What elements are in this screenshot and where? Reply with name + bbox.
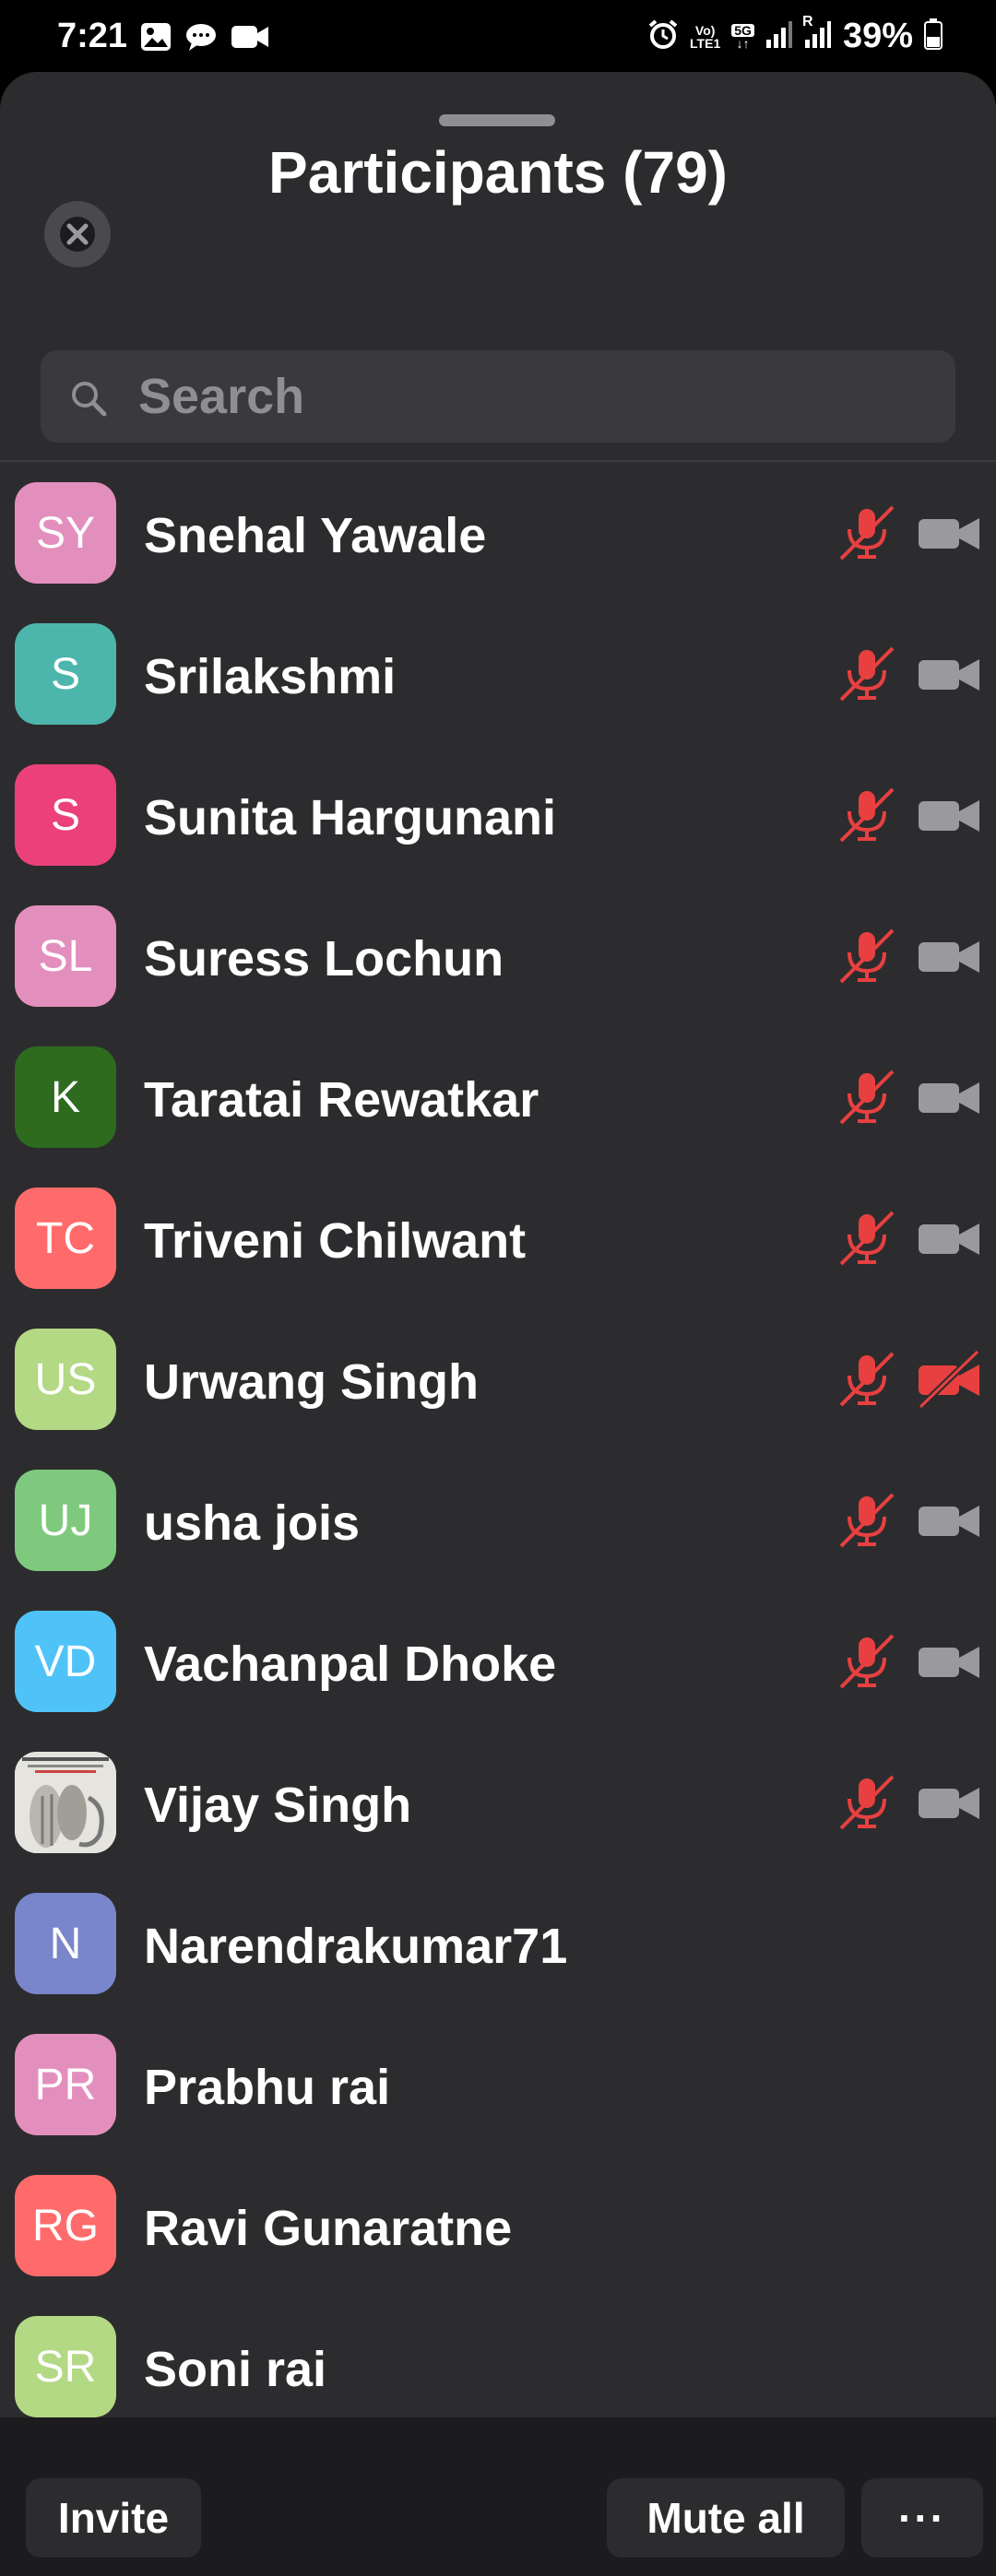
- participant-name: Vachanpal Dhoke: [144, 1637, 557, 1692]
- video-off-icon[interactable]: [917, 641, 983, 707]
- roaming-signal-icon: R: [802, 14, 832, 53]
- participant-name: Prabhu rai: [144, 2060, 391, 2115]
- participant-row[interactable]: K Taratai Rewatkar: [0, 1031, 996, 1172]
- status-time: 7:21: [57, 17, 128, 55]
- participant-name: Snehal Yawale: [144, 508, 487, 563]
- participant-name: Ravi Gunaratne: [144, 2201, 513, 2256]
- video-off-icon[interactable]: [917, 1487, 983, 1554]
- participant-row[interactable]: SL Suress Lochun: [0, 890, 996, 1031]
- volte-label: Vo): [694, 22, 716, 38]
- participant-row[interactable]: S Srilakshmi: [0, 608, 996, 749]
- mic-muted-icon[interactable]: [834, 1628, 900, 1695]
- gallery-icon: [140, 22, 172, 56]
- mute-all-button[interactable]: Mute all: [607, 2478, 845, 2558]
- participant-name: Soni rai: [144, 2342, 327, 2397]
- mic-muted-icon[interactable]: [834, 1064, 900, 1130]
- participant-name: Urwang Singh: [144, 1354, 479, 1410]
- list-divider: [0, 460, 996, 462]
- mic-muted-icon[interactable]: [834, 500, 900, 566]
- battery-percent: 39%: [842, 17, 913, 55]
- avatar: RG: [15, 2175, 116, 2276]
- close-button[interactable]: [44, 201, 111, 267]
- participant-name: usha jois: [144, 1495, 361, 1551]
- video-off-icon[interactable]: [917, 923, 983, 989]
- close-icon: [60, 217, 95, 252]
- search-input[interactable]: [138, 350, 931, 443]
- avatar: S: [15, 764, 116, 866]
- avatar: [15, 1752, 116, 1853]
- more-options-button[interactable]: ···: [861, 2478, 983, 2558]
- notification-icons: [140, 22, 269, 56]
- avatar: K: [15, 1046, 116, 1148]
- status-bar: 7:21 Vo) LTE1 5G ↓↑ R 39%: [0, 0, 996, 77]
- mic-muted-icon[interactable]: [834, 1346, 900, 1412]
- fiveg-indicator: 5G ↓↑: [731, 23, 754, 50]
- avatar: S: [15, 623, 116, 725]
- bottom-toolbar: Invite Mute all ···: [0, 2417, 996, 2576]
- participant-row[interactable]: UJ usha jois: [0, 1454, 996, 1595]
- chat-bubble-icon: [184, 22, 218, 56]
- participant-row[interactable]: Vijay Singh: [0, 1736, 996, 1877]
- video-off-icon[interactable]: [917, 782, 983, 848]
- alarm-icon: [647, 18, 679, 54]
- video-off-icon[interactable]: [917, 1064, 983, 1130]
- avatar: UJ: [15, 1470, 116, 1571]
- mic-muted-icon[interactable]: [834, 1205, 900, 1271]
- avatar: N: [15, 1893, 116, 1994]
- battery-icon: [924, 18, 943, 54]
- search-icon: [72, 382, 107, 417]
- participant-name: Triveni Chilwant: [144, 1213, 527, 1269]
- video-off-icon[interactable]: [917, 1628, 983, 1695]
- avatar: TC: [15, 1188, 116, 1289]
- participant-row[interactable]: TC Triveni Chilwant: [0, 1172, 996, 1313]
- search-bar[interactable]: [41, 350, 955, 443]
- video-off-icon[interactable]: [917, 1205, 983, 1271]
- participant-row[interactable]: RG Ravi Gunaratne: [0, 2159, 996, 2300]
- sheet-grabber[interactable]: [439, 114, 555, 126]
- roaming-label: R: [801, 14, 813, 30]
- participant-name: Sunita Hargunani: [144, 790, 557, 845]
- video-off-icon[interactable]: [917, 1346, 983, 1412]
- avatar: US: [15, 1329, 116, 1430]
- avatar: SY: [15, 482, 116, 584]
- video-off-icon[interactable]: [917, 500, 983, 566]
- participant-row[interactable]: S Sunita Hargunani: [0, 749, 996, 890]
- video-call-icon: [231, 23, 269, 55]
- mic-muted-icon[interactable]: [834, 923, 900, 989]
- participant-name: Vijay Singh: [144, 1778, 412, 1833]
- participant-row[interactable]: N Narendrakumar71: [0, 1877, 996, 2018]
- lte-label: LTE1: [690, 35, 721, 51]
- participant-name: Narendrakumar71: [144, 1919, 568, 1974]
- sheet-title: Participants (79): [268, 139, 728, 206]
- avatar: VD: [15, 1611, 116, 1712]
- invite-button[interactable]: Invite: [26, 2478, 201, 2558]
- volte-indicator: Vo) LTE1: [690, 24, 720, 50]
- mic-muted-icon[interactable]: [834, 1487, 900, 1554]
- participant-row[interactable]: VD Vachanpal Dhoke: [0, 1595, 996, 1736]
- participant-name: Taratai Rewatkar: [144, 1072, 540, 1128]
- participant-row[interactable]: PR Prabhu rai: [0, 2018, 996, 2159]
- participant-name: Srilakshmi: [144, 649, 397, 704]
- participant-row[interactable]: US Urwang Singh: [0, 1313, 996, 1454]
- participant-row[interactable]: SY Snehal Yawale: [0, 467, 996, 608]
- avatar: SL: [15, 905, 116, 1007]
- video-off-icon[interactable]: [917, 1769, 983, 1836]
- signal-icon: [765, 19, 793, 53]
- participant-name: Suress Lochun: [144, 931, 504, 987]
- mic-muted-icon[interactable]: [834, 641, 900, 707]
- mic-muted-icon[interactable]: [834, 1769, 900, 1836]
- participant-list: SY Snehal Yawale S Srilakshmi S Sunita Hargun…: [0, 467, 996, 2441]
- mic-muted-icon[interactable]: [834, 782, 900, 848]
- fiveg-label: 5G: [731, 23, 754, 37]
- avatar: PR: [15, 2034, 116, 2135]
- status-right: Vo) LTE1 5G ↓↑ R 39%: [647, 14, 943, 56]
- avatar: SR: [15, 2316, 116, 2417]
